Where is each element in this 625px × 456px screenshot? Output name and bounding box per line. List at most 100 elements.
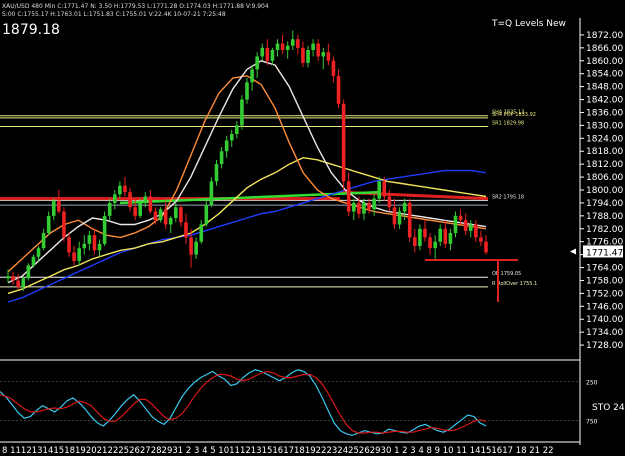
candle-body: [260, 47, 265, 57]
candle-body: [423, 228, 427, 238]
candle-body: [326, 52, 331, 61]
y-tick-label: 1854.00: [586, 70, 623, 80]
candle-body: [148, 196, 153, 212]
candle-body: [357, 202, 361, 214]
candle-body: [382, 181, 387, 197]
candle-body: [31, 256, 36, 266]
candle-body: [138, 202, 143, 216]
candle-body: [72, 252, 76, 262]
candle-body: [418, 228, 422, 246]
y-tick-label: 1740.00: [586, 315, 623, 325]
candle-body: [209, 181, 214, 206]
candle-body: [331, 60, 336, 76]
y-tick-label: 1830.00: [586, 121, 623, 131]
candle-body: [301, 47, 305, 63]
y-tick-label: 1782.00: [586, 225, 623, 235]
y-tick-label: 1764.00: [586, 264, 623, 274]
y-tick-label: 1818.00: [586, 147, 623, 157]
candle-body: [184, 222, 188, 238]
candle-body: [158, 209, 163, 221]
candle-body: [479, 237, 483, 242]
candle-body: [179, 207, 183, 223]
candle-body: [163, 209, 168, 225]
y-tick-label: 1872.00: [586, 31, 623, 41]
candle-body: [438, 228, 443, 242]
header-line-2: S:00 C:1755.17 H:1763.01 L:1751.83 C:175…: [2, 11, 226, 18]
y-tick-label: 1860.00: [586, 57, 623, 67]
candle-body: [351, 202, 356, 212]
candle-body: [397, 211, 402, 225]
candle-body: [128, 192, 132, 208]
candle-body: [428, 237, 432, 249]
candle-body: [346, 181, 351, 212]
candle-body: [484, 241, 488, 253]
y-tick-label: 1866.00: [586, 44, 623, 54]
candle-body: [87, 235, 92, 244]
candle-body: [133, 207, 137, 216]
candle-body: [82, 243, 87, 249]
candle-body: [275, 43, 280, 50]
candle-body: [123, 185, 127, 193]
candle-body: [372, 198, 376, 210]
y-tick-label: 1800.00: [586, 186, 623, 196]
y-tick-label: 1746.00: [586, 302, 623, 312]
candle-body: [112, 194, 117, 203]
x-axis-labels: 8 11121314151819202122252627282931 2 3 4…: [2, 446, 554, 456]
candle-body: [26, 265, 31, 279]
stochastic-label: STO 24,: [592, 403, 625, 413]
candle-body: [46, 215, 51, 234]
candle-body: [474, 224, 478, 238]
level-label: OP 1759.05: [492, 271, 521, 277]
candle-body: [16, 280, 20, 287]
candle-body: [407, 202, 412, 238]
candle-body: [51, 200, 56, 216]
candle-body: [321, 52, 326, 57]
y-tick-label: 1824.00: [586, 134, 623, 144]
header-line-1: XAU/USD 480 Min C:1771.47 N: 3.50 H:1779…: [2, 3, 269, 10]
candle-body: [265, 47, 270, 61]
level-label: SH4 POP 1833.92: [492, 112, 536, 118]
candle-body: [62, 211, 66, 238]
y-tick-label: 1794.00: [586, 199, 623, 209]
candle-body: [280, 43, 285, 50]
candle-body: [448, 233, 453, 244]
candle-body: [336, 75, 341, 104]
last-price-value: 1771.47: [586, 248, 623, 258]
candle-body: [168, 218, 173, 225]
candle-body: [240, 99, 244, 126]
candle-body: [224, 140, 229, 152]
candle-body: [6, 276, 10, 279]
y-tick-label: 1812.00: [586, 160, 623, 170]
y-tick-label: 1734.00: [586, 328, 623, 338]
candle-body: [250, 69, 254, 83]
candle-body: [296, 39, 300, 48]
candle-body: [229, 134, 234, 141]
candle-body: [67, 237, 71, 253]
candle-body: [285, 45, 290, 50]
y-tick-label: 1842.00: [586, 96, 623, 106]
candle-body: [21, 278, 26, 287]
candle-body: [306, 50, 310, 63]
stochastic-tick-label: 750: [586, 419, 598, 426]
stochastic-tick-label: 250: [586, 380, 598, 387]
candle-body: [458, 215, 463, 221]
candle-body: [11, 276, 15, 281]
y-tick-label: 1848.00: [586, 83, 623, 93]
candle-body: [392, 207, 397, 225]
candle-body: [153, 211, 158, 221]
candle-body: [102, 215, 107, 244]
candle-body: [463, 220, 468, 231]
candle-body: [194, 241, 198, 255]
y-tick-label: 1806.00: [586, 173, 623, 183]
candle-body: [57, 200, 61, 212]
candle-body: [92, 235, 97, 251]
candle-body: [189, 237, 193, 255]
candle-body: [402, 202, 407, 212]
candle-body: [143, 196, 148, 203]
candle-body: [290, 39, 295, 46]
candle-body: [199, 224, 204, 242]
level-label: SR1 1829.98: [492, 120, 524, 126]
candle-body: [377, 181, 382, 199]
chart-study-title: T=Q Levels New: [491, 19, 566, 29]
candle-body: [204, 205, 209, 225]
